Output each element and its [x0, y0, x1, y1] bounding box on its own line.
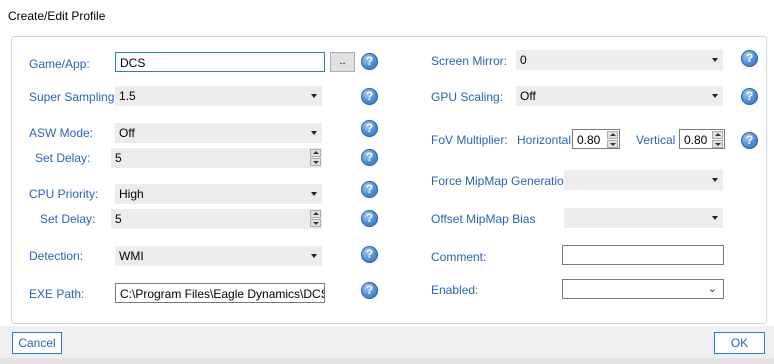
- asw-delay-stepper[interactable]: 5: [111, 148, 322, 168]
- detection-label: Detection:: [29, 249, 84, 263]
- detection-select[interactable]: WMI: [115, 246, 322, 266]
- exe-label: EXE Path:: [29, 287, 85, 301]
- asw-value: Off: [119, 126, 135, 140]
- supersampling-select[interactable]: 1.5: [115, 86, 322, 106]
- help-icon[interactable]: ?: [741, 132, 758, 149]
- chevron-down-icon: ⌄: [707, 283, 717, 295]
- mipmap-label: Force MipMap Generation: [431, 174, 571, 188]
- horizontal-stepper[interactable]: 0.80: [572, 129, 620, 149]
- asw-label: ASW Mode:: [29, 126, 94, 140]
- cpu-select[interactable]: High: [115, 184, 322, 204]
- gpu-label: GPU Scaling:: [431, 90, 504, 104]
- game-label: Game/App:: [29, 57, 90, 71]
- vertical-value: 0.80: [684, 133, 708, 147]
- mirror-value: 0: [520, 53, 527, 67]
- game-input[interactable]: DCS: [115, 52, 325, 72]
- title-bar: Create/Edit Profile: [0, 0, 774, 32]
- spin-up-icon[interactable]: [712, 131, 723, 139]
- dropdown-arrow-icon: [311, 131, 317, 135]
- mipmap-select[interactable]: [564, 170, 723, 190]
- exe-path-input[interactable]: C:\Program Files\Eagle Dynamics\DCS: [115, 283, 325, 303]
- vertical-stepper[interactable]: 0.80: [679, 129, 725, 149]
- help-icon[interactable]: ?: [361, 149, 378, 166]
- supersampling-label: Super Sampling:: [29, 90, 118, 104]
- gpu-select[interactable]: Off: [516, 86, 723, 106]
- enabled-select[interactable]: ⌄: [562, 279, 724, 299]
- spin-down-icon[interactable]: [310, 158, 321, 166]
- cpu-delay-label: Set Delay:: [40, 212, 96, 226]
- spin-up-icon[interactable]: [607, 131, 618, 139]
- dropdown-arrow-icon: [712, 58, 718, 62]
- detection-value: WMI: [119, 249, 144, 263]
- help-icon[interactable]: ?: [361, 210, 378, 227]
- dropdown-arrow-icon: [712, 216, 718, 220]
- spin-down-icon[interactable]: [310, 219, 321, 227]
- ok-button[interactable]: OK: [714, 332, 765, 354]
- help-icon[interactable]: ?: [741, 50, 758, 67]
- cpu-value: High: [119, 187, 144, 201]
- help-icon[interactable]: ?: [361, 53, 378, 70]
- spin-up-icon[interactable]: [310, 210, 321, 218]
- dropdown-arrow-icon: [311, 192, 317, 196]
- enabled-label: Enabled:: [431, 283, 479, 297]
- asw-delay-value: 5: [115, 151, 122, 165]
- horizontal-value: 0.80: [577, 133, 601, 147]
- mirror-label: Screen Mirror:: [431, 54, 508, 68]
- dropdown-arrow-icon: [712, 178, 718, 182]
- comment-input[interactable]: [562, 245, 724, 265]
- dropdown-arrow-icon: [311, 254, 317, 258]
- vertical-label: Vertical: [636, 133, 676, 147]
- gpu-value: Off: [520, 89, 536, 103]
- spin-up-icon[interactable]: [310, 149, 321, 157]
- dropdown-arrow-icon: [311, 94, 317, 98]
- offset-label: Offset MipMap Bias: [431, 212, 536, 226]
- cpu-delay-value: 5: [115, 212, 122, 226]
- help-icon[interactable]: ?: [741, 88, 758, 105]
- cpu-delay-stepper[interactable]: 5: [111, 209, 322, 229]
- horizontal-label: Horizontal: [517, 133, 572, 147]
- footer-strip: [0, 358, 774, 364]
- spin-down-icon[interactable]: [607, 140, 618, 148]
- cancel-button[interactable]: Cancel: [12, 332, 62, 354]
- supersampling-value: 1.5: [119, 89, 136, 103]
- dropdown-arrow-icon: [712, 94, 718, 98]
- window-title: Create/Edit Profile: [8, 9, 106, 23]
- cpu-label: CPU Priority:: [29, 187, 99, 201]
- browse-button[interactable]: ..: [330, 52, 355, 72]
- offset-select[interactable]: [564, 208, 723, 228]
- spin-down-icon[interactable]: [712, 140, 723, 148]
- asw-delay-label: Set Delay:: [35, 151, 91, 165]
- asw-select[interactable]: Off: [115, 123, 322, 143]
- mirror-select[interactable]: 0: [516, 50, 723, 70]
- help-icon[interactable]: ?: [361, 282, 378, 299]
- help-icon[interactable]: ?: [361, 120, 378, 137]
- help-icon[interactable]: ?: [361, 181, 378, 198]
- comment-label: Comment:: [431, 250, 487, 264]
- fov-label: FoV Multiplier:: [431, 133, 508, 147]
- help-icon[interactable]: ?: [361, 88, 378, 105]
- help-icon[interactable]: ?: [361, 246, 378, 263]
